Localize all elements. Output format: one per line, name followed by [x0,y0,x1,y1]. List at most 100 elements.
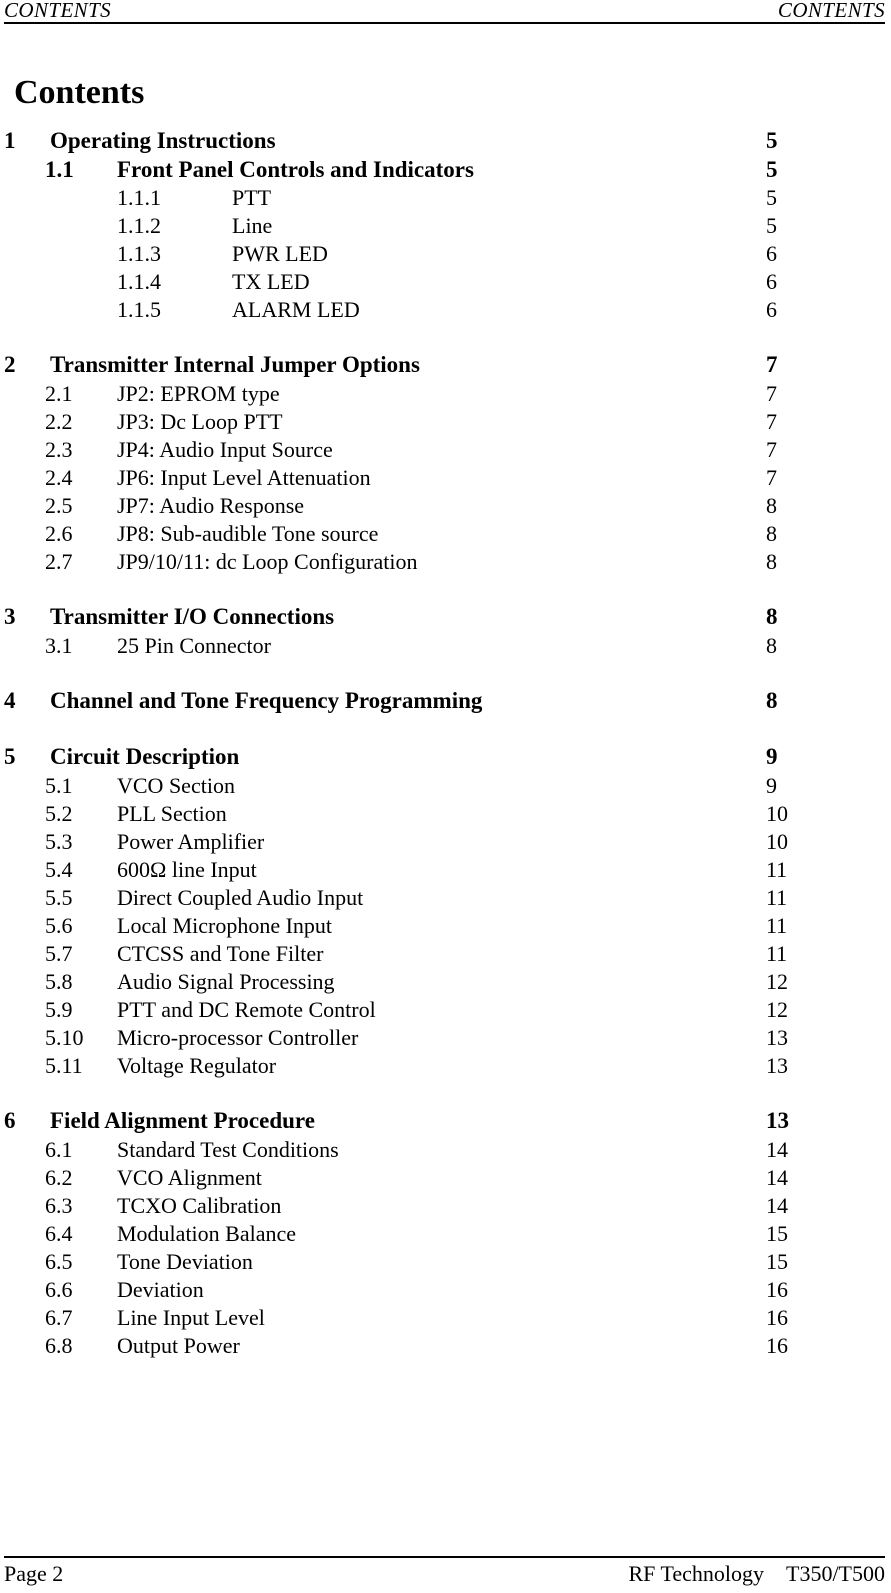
toc-entry[interactable]: 6.6 Deviation 16 [0,1276,891,1304]
toc-entry-page: 6 [766,297,777,322]
running-head-right: CONTENTS [777,0,885,22]
toc-entry[interactable]: 6.8 Output Power 16 [0,1332,891,1360]
toc-entry-page: 13 [766,1108,789,1133]
toc-entry-number: 2.5 [45,493,73,518]
toc-group: 6 Field Alignment Procedure 13 6.1 Standard … [0,1106,891,1360]
toc-entry[interactable]: 6.3 TCXO Calibration 14 [0,1192,891,1220]
toc-entry[interactable]: 2 Transmitter Internal Jumper Options 7 [0,350,891,380]
toc-entry-page: 10 [766,801,788,826]
page-title: Contents [14,73,145,111]
toc-entry-label: PWR LED [232,241,328,266]
toc-entry-number: 4 [4,688,16,713]
toc-entry[interactable]: 2.7 JP9/10/11: dc Loop Configuration 8 [0,548,891,576]
toc-entry[interactable]: 4 Channel and Tone Frequency Programming 8 [0,686,891,716]
footer-page-number: Page 2 [4,1561,64,1586]
toc-entry-page: 5 [766,128,778,153]
toc-entry[interactable]: 6.4 Modulation Balance 15 [0,1220,891,1248]
toc-entry[interactable]: 5.8 Audio Signal Processing 12 [0,968,891,996]
toc-entry[interactable]: 5.2 PLL Section 10 [0,800,891,828]
toc-entry-page: 7 [766,465,777,490]
toc-entry[interactable]: 5.1 VCO Section 9 [0,772,891,800]
toc-entry[interactable]: 1.1.2 Line 5 [0,212,891,240]
toc-entry[interactable]: 6.7 Line Input Level 16 [0,1304,891,1332]
toc-entry-number: 5.5 [45,885,73,910]
toc-entry[interactable]: 5.7 CTCSS and Tone Filter 11 [0,940,891,968]
toc-entry-label: TCXO Calibration [117,1193,282,1218]
toc-entry-label: JP8: Sub-audible Tone source [117,521,379,546]
table-of-contents: 1 Operating Instructions 5 1.1 Front Panel C… [0,126,891,1360]
toc-entry-page: 12 [766,969,788,994]
toc-entry[interactable]: 2.4 JP6: Input Level Attenuation 7 [0,464,891,492]
toc-entry[interactable]: 6.1 Standard Test Conditions 14 [0,1136,891,1164]
toc-entry-page: 14 [766,1193,788,1218]
toc-entry-label: Output Power [117,1333,240,1358]
toc-entry-page: 16 [766,1333,788,1358]
toc-entry-number: 2.6 [45,521,73,546]
running-head-left: CONTENTS [4,0,112,22]
toc-entry-label: Local Microphone Input [117,913,333,938]
toc-entry[interactable]: 5.11 Voltage Regulator 13 [0,1052,891,1080]
toc-entry-label: Micro-processor Controller [117,1025,359,1050]
toc-entry-number: 1.1 [45,157,74,182]
toc-entry-page: 9 [766,773,777,798]
running-head: CONTENTS CONTENTS [4,0,885,24]
toc-entry-page: 11 [766,885,788,910]
toc-entry[interactable]: 5.4 600Ω line Input 11 [0,856,891,884]
toc-entry-label: JP9/10/11: dc Loop Configuration [117,549,418,574]
toc-entry[interactable]: 2.2 JP3: Dc Loop PTT 7 [0,408,891,436]
toc-entry-number: 5.7 [45,941,73,966]
toc-entry-number: 1.1.3 [117,241,161,266]
toc-entry[interactable]: 2.1 JP2: EPROM type 7 [0,380,891,408]
toc-entry-label: JP4: Audio Input Source [117,437,333,462]
toc-entry[interactable]: 1 Operating Instructions 5 [0,126,891,156]
toc-entry[interactable]: 2.3 JP4: Audio Input Source 7 [0,436,891,464]
toc-entry[interactable]: 5 Circuit Description 9 [0,742,891,772]
toc-entry-label: PTT and DC Remote Control [117,997,376,1022]
toc-entry-number: 6.5 [45,1249,73,1274]
toc-entry[interactable]: 1.1.4 TX LED 6 [0,268,891,296]
toc-entry[interactable]: 5.9 PTT and DC Remote Control 12 [0,996,891,1024]
toc-entry-page: 5 [766,185,777,210]
toc-entry[interactable]: 5.3 Power Amplifier 10 [0,828,891,856]
toc-entry-page: 6 [766,269,777,294]
toc-entry[interactable]: 3 Transmitter I/O Connections 8 [0,602,891,632]
toc-entry-number: 5.4 [45,857,73,882]
toc-entry-label: Field Alignment Procedure [50,1108,315,1133]
toc-entry[interactable]: 1.1.1 PTT 5 [0,184,891,212]
toc-entry-page: 13 [766,1053,788,1078]
toc-entry-page: 8 [766,521,777,546]
toc-group: 4 Channel and Tone Frequency Programming 8 [0,686,891,716]
toc-entry-page: 7 [766,409,777,434]
toc-entry-label: 25 Pin Connector [117,633,271,658]
toc-entry[interactable]: 5.10 Micro-processor Controller 13 [0,1024,891,1052]
toc-entry[interactable]: 5.5 Direct Coupled Audio Input 11 [0,884,891,912]
toc-entry[interactable]: 2.6 JP8: Sub-audible Tone source 8 [0,520,891,548]
toc-entry-label: PLL Section [117,801,227,826]
toc-entry-number: 2.4 [45,465,73,490]
toc-entry[interactable]: 6 Field Alignment Procedure 13 [0,1106,891,1136]
toc-entry[interactable]: 1.1.5 ALARM LED 6 [0,296,891,324]
toc-entry[interactable]: 1.1.3 PWR LED 6 [0,240,891,268]
toc-entry[interactable]: 3.1 25 Pin Connector 8 [0,632,891,660]
toc-entry-label: Standard Test Conditions [117,1137,339,1162]
toc-entry-label: JP3: Dc Loop PTT [117,409,283,434]
toc-entry[interactable]: 6.2 VCO Alignment 14 [0,1164,891,1192]
toc-entry-page: 8 [766,549,777,574]
toc-entry[interactable]: 6.5 Tone Deviation 15 [0,1248,891,1276]
toc-entry-number: 5.2 [45,801,73,826]
toc-entry[interactable]: 5.6 Local Microphone Input 11 [0,912,891,940]
toc-entry-page: 16 [766,1277,788,1302]
toc-entry-label: Voltage Regulator [117,1053,277,1078]
toc-entry-page: 10 [766,829,788,854]
toc-entry-page: 8 [766,493,777,518]
toc-entry-page: 7 [766,437,777,462]
toc-entry-number: 1.1.1 [117,185,161,210]
toc-entry-page: 16 [766,1305,788,1330]
toc-entry[interactable]: 1.1 Front Panel Controls and Indicators 5 [0,156,891,184]
toc-entry-label: JP6: Input Level Attenuation [117,465,371,490]
toc-entry[interactable]: 2.5 JP7: Audio Response 8 [0,492,891,520]
page-footer: Page 2 RF Technology T350/T500 [4,1556,885,1587]
toc-entry-label: Audio Signal Processing [117,969,335,994]
toc-entry-label: VCO Section [117,773,235,798]
toc-entry-number: 5.11 [45,1053,83,1078]
